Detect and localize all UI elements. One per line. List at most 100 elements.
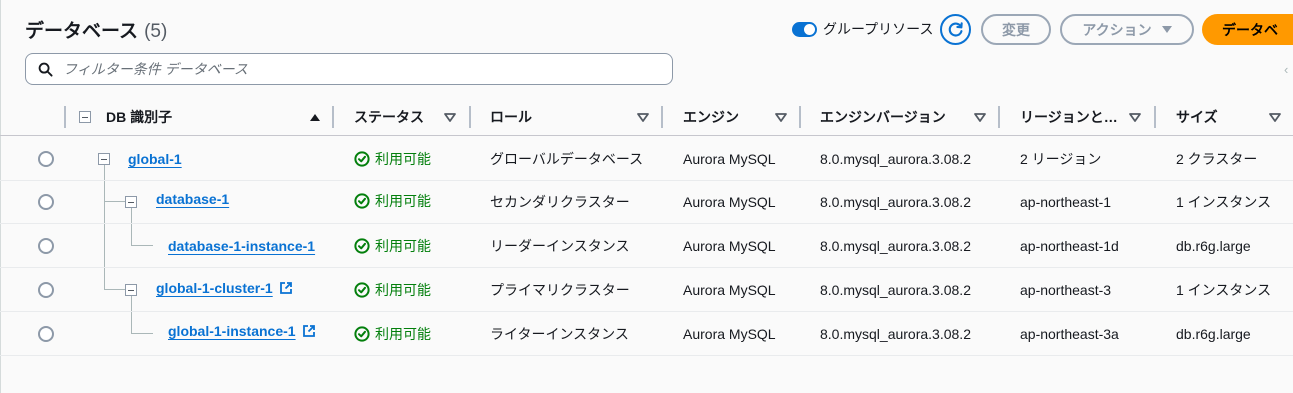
column-label: ステータス xyxy=(354,109,424,125)
sort-icon[interactable] xyxy=(1128,111,1142,123)
column-header-db-id[interactable]: DB 識別子 xyxy=(106,98,172,136)
db-identifier-link[interactable]: global-1-instance-1 xyxy=(168,323,296,339)
scroll-left-icon[interactable]: ‹ xyxy=(1284,62,1288,77)
role-cell: プライマリクラスター xyxy=(490,282,630,298)
db-count: (5) xyxy=(144,21,168,42)
table-row[interactable]: database-1-instance-1 利用可能 リーダーインスタンス Au… xyxy=(0,224,1293,268)
column-header-region[interactable]: リージョンと… xyxy=(1020,98,1118,136)
caret-down-icon xyxy=(1161,26,1172,33)
column-separator[interactable] xyxy=(1154,106,1156,128)
column-header-size[interactable]: サイズ xyxy=(1176,98,1218,136)
check-circle-icon xyxy=(354,326,370,342)
toggle-switch[interactable] xyxy=(792,21,817,37)
status-text: 利用可能 xyxy=(375,282,431,298)
region-cell: ap-northeast-1 xyxy=(1020,194,1112,210)
engine-cell: Aurora MySQL xyxy=(683,326,776,342)
refresh-icon xyxy=(948,22,963,37)
db-identifier-cell: global-1-cluster-1 xyxy=(156,266,293,310)
status-cell: 利用可能 xyxy=(354,224,431,268)
collapse-icon[interactable] xyxy=(98,153,110,165)
sort-icon[interactable] xyxy=(973,111,987,123)
actions-label: アクション xyxy=(1082,21,1152,38)
check-circle-icon xyxy=(354,238,370,254)
engine-version-cell: 8.0.mysql_aurora.3.08.2 xyxy=(820,238,971,254)
role-cell: ライターインスタンス xyxy=(490,326,629,342)
column-label: サイズ xyxy=(1176,109,1218,125)
column-label: リージョンと… xyxy=(1020,109,1118,125)
column-separator[interactable] xyxy=(332,106,334,128)
db-identifier-link[interactable]: database-1 xyxy=(156,191,229,207)
column-header-engine-version[interactable]: エンジンバージョン xyxy=(820,98,946,136)
row-radio[interactable] xyxy=(38,194,54,210)
db-identifier-link[interactable]: database-1-instance-1 xyxy=(168,238,315,254)
status-cell: 利用可能 xyxy=(354,268,431,312)
check-circle-icon xyxy=(354,151,370,167)
table-row[interactable]: global-1-instance-1 利用可能 ライターインスタンス Auro… xyxy=(0,312,1293,356)
sort-icon[interactable] xyxy=(774,111,788,123)
row-radio[interactable] xyxy=(38,238,54,254)
sort-ascending-icon[interactable] xyxy=(308,111,322,123)
external-link-icon[interactable] xyxy=(279,281,293,295)
group-resources-toggle[interactable]: グループリソース xyxy=(792,19,933,39)
engine-cell: Aurora MySQL xyxy=(683,238,776,254)
refresh-button[interactable] xyxy=(940,14,971,45)
collapse-icon[interactable] xyxy=(125,284,137,296)
db-identifier-link[interactable]: global-1 xyxy=(128,151,182,167)
modify-button[interactable]: 変更 xyxy=(981,14,1051,45)
actions-dropdown[interactable]: アクション xyxy=(1060,14,1194,45)
table-row[interactable]: global-1 利用可能 グローバルデータベース Aurora MySQL 8… xyxy=(0,137,1293,181)
table-row[interactable]: global-1-cluster-1 利用可能 プライマリクラスター Auror… xyxy=(0,268,1293,312)
engine-version-cell: 8.0.mysql_aurora.3.08.2 xyxy=(820,282,971,298)
column-header-status[interactable]: ステータス xyxy=(354,98,424,136)
status-text: 利用可能 xyxy=(375,326,431,342)
column-separator[interactable] xyxy=(799,106,801,128)
column-label: DB 識別子 xyxy=(106,109,173,125)
column-separator[interactable] xyxy=(469,106,471,128)
engine-cell: Aurora MySQL xyxy=(683,194,776,210)
db-identifier-link[interactable]: global-1-cluster-1 xyxy=(156,280,273,296)
sort-icon[interactable] xyxy=(443,111,457,123)
region-cell: ap-northeast-1d xyxy=(1020,238,1119,254)
engine-version-cell: 8.0.mysql_aurora.3.08.2 xyxy=(820,326,971,342)
size-cell: 2 クラスター xyxy=(1176,151,1258,167)
modify-label: 変更 xyxy=(1002,21,1030,38)
engine-cell: Aurora MySQL xyxy=(683,282,776,298)
filter-field[interactable] xyxy=(25,53,673,85)
engine-version-cell: 8.0.mysql_aurora.3.08.2 xyxy=(820,194,971,210)
column-separator xyxy=(64,106,66,128)
db-identifier-cell: database-1 xyxy=(156,177,229,221)
filter-input[interactable] xyxy=(61,60,641,78)
region-cell: ap-northeast-3 xyxy=(1020,282,1112,298)
check-circle-icon xyxy=(354,193,370,209)
row-radio[interactable] xyxy=(38,151,54,167)
sort-icon[interactable] xyxy=(636,111,650,123)
db-identifier-cell: database-1-instance-1 xyxy=(168,224,315,268)
column-separator[interactable] xyxy=(998,106,1000,128)
role-cell: セカンダリクラスター xyxy=(490,194,630,210)
status-cell: 利用可能 xyxy=(354,179,431,223)
column-header-role[interactable]: ロール xyxy=(490,98,532,136)
status-cell: 利用可能 xyxy=(354,137,431,181)
create-database-button[interactable]: データベ xyxy=(1202,14,1293,45)
size-cell: db.r6g.large xyxy=(1176,326,1251,342)
page-title-text: データベース xyxy=(25,21,139,42)
table-row[interactable]: database-1 利用可能 セカンダリクラスター Aurora MySQL … xyxy=(0,180,1293,224)
external-link-icon[interactable] xyxy=(302,324,316,338)
region-cell: ap-northeast-3a xyxy=(1020,326,1119,342)
column-separator[interactable] xyxy=(661,106,663,128)
engine-version-cell: 8.0.mysql_aurora.3.08.2 xyxy=(820,151,971,167)
status-text: 利用可能 xyxy=(375,151,431,167)
status-cell: 利用可能 xyxy=(354,312,431,356)
status-text: 利用可能 xyxy=(375,238,431,254)
collapse-icon[interactable] xyxy=(125,196,137,208)
sort-icon[interactable] xyxy=(1268,111,1282,123)
column-label: エンジンバージョン xyxy=(820,109,946,125)
row-radio[interactable] xyxy=(38,326,54,342)
column-header-engine[interactable]: エンジン xyxy=(683,98,739,136)
region-cell: 2 リージョン xyxy=(1020,151,1102,167)
collapse-all-icon[interactable] xyxy=(79,111,91,123)
row-radio[interactable] xyxy=(38,282,54,298)
status-text: 利用可能 xyxy=(375,193,431,209)
role-cell: グローバルデータベース xyxy=(490,151,644,167)
create-database-label: データベ xyxy=(1222,21,1278,38)
